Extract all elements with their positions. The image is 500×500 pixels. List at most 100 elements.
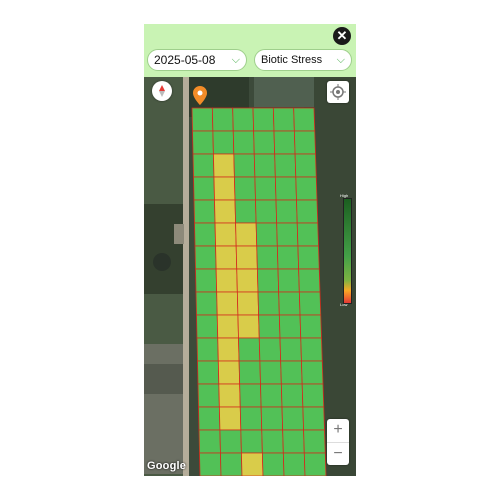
healthy-cell[interactable]: [298, 268, 321, 293]
stress-cell[interactable]: [235, 222, 258, 247]
healthy-cell[interactable]: [273, 130, 296, 155]
healthy-cell[interactable]: [195, 268, 218, 293]
healthy-cell[interactable]: [298, 291, 322, 316]
healthy-cell[interactable]: [239, 383, 262, 408]
healthy-cell[interactable]: [300, 337, 323, 362]
stress-cell[interactable]: [235, 245, 258, 270]
healthy-cell[interactable]: [192, 153, 215, 178]
healthy-cell[interactable]: [277, 268, 300, 293]
healthy-cell[interactable]: [233, 153, 256, 178]
stress-cell[interactable]: [236, 268, 259, 293]
healthy-cell[interactable]: [296, 199, 319, 224]
stress-cell[interactable]: [214, 222, 237, 247]
healthy-cell[interactable]: [193, 199, 216, 224]
stress-cell[interactable]: [217, 360, 241, 385]
healthy-cell[interactable]: [238, 360, 261, 385]
healthy-cell[interactable]: [279, 337, 302, 362]
healthy-cell[interactable]: [196, 337, 219, 362]
date-select[interactable]: 2025-05-08 ⌵: [147, 49, 247, 71]
stress-cell[interactable]: [213, 176, 236, 201]
healthy-cell[interactable]: [301, 360, 324, 385]
healthy-cell[interactable]: [302, 406, 325, 431]
healthy-cell[interactable]: [234, 199, 257, 224]
healthy-cell[interactable]: [196, 314, 219, 339]
healthy-cell[interactable]: [282, 429, 305, 454]
healthy-cell[interactable]: [261, 452, 285, 476]
healthy-cell[interactable]: [252, 107, 275, 132]
healthy-cell[interactable]: [197, 360, 220, 385]
healthy-cell[interactable]: [240, 429, 263, 454]
stress-cell[interactable]: [241, 452, 264, 476]
healthy-cell[interactable]: [256, 268, 280, 293]
healthy-cell[interactable]: [278, 291, 301, 316]
healthy-cell[interactable]: [294, 153, 317, 178]
healthy-cell[interactable]: [260, 406, 284, 431]
healthy-cell[interactable]: [255, 222, 278, 247]
healthy-cell[interactable]: [255, 199, 278, 224]
healthy-cell[interactable]: [194, 245, 217, 270]
healthy-cell[interactable]: [232, 107, 255, 132]
compass-icon[interactable]: [152, 81, 172, 101]
healthy-cell[interactable]: [278, 314, 302, 339]
healthy-cell[interactable]: [280, 383, 304, 408]
stress-cell[interactable]: [214, 199, 236, 224]
layer-select[interactable]: Biotic Stress ⌵: [254, 49, 352, 71]
stress-cell[interactable]: [216, 291, 239, 316]
healthy-cell[interactable]: [293, 107, 316, 132]
healthy-cell[interactable]: [276, 222, 299, 247]
close-button[interactable]: ✕: [333, 27, 351, 45]
healthy-cell[interactable]: [253, 130, 276, 155]
healthy-cell[interactable]: [303, 429, 326, 454]
healthy-cell[interactable]: [295, 176, 318, 201]
healthy-cell[interactable]: [261, 429, 284, 454]
healthy-cell[interactable]: [296, 222, 319, 247]
zoom-out-button[interactable]: −: [327, 443, 349, 466]
healthy-cell[interactable]: [191, 107, 214, 132]
stress-cell[interactable]: [218, 383, 241, 408]
healthy-cell[interactable]: [211, 107, 234, 132]
healthy-cell[interactable]: [258, 337, 282, 362]
stress-cell[interactable]: [216, 314, 239, 339]
stress-cell[interactable]: [215, 268, 238, 293]
healthy-cell[interactable]: [256, 245, 279, 270]
healthy-cell[interactable]: [260, 383, 283, 408]
healthy-cell[interactable]: [212, 130, 235, 155]
healthy-cell[interactable]: [301, 383, 325, 408]
stress-cell[interactable]: [218, 406, 242, 431]
healthy-cell[interactable]: [220, 452, 243, 476]
healthy-cell[interactable]: [232, 130, 255, 155]
healthy-cell[interactable]: [198, 429, 221, 454]
healthy-cell[interactable]: [272, 107, 295, 132]
healthy-cell[interactable]: [274, 176, 297, 201]
healthy-cell[interactable]: [275, 199, 298, 224]
healthy-cell[interactable]: [219, 429, 242, 454]
stress-cell[interactable]: [213, 153, 235, 178]
healthy-cell[interactable]: [195, 291, 218, 316]
healthy-cell[interactable]: [197, 383, 220, 408]
healthy-cell[interactable]: [257, 291, 280, 316]
healthy-cell[interactable]: [198, 406, 221, 431]
stress-cell[interactable]: [217, 337, 240, 362]
healthy-cell[interactable]: [193, 176, 215, 201]
healthy-cell[interactable]: [238, 337, 261, 362]
satellite-map[interactable]: [144, 77, 356, 476]
healthy-cell[interactable]: [234, 176, 256, 201]
healthy-cell[interactable]: [274, 153, 297, 178]
locate-icon[interactable]: [327, 81, 349, 103]
stress-cell[interactable]: [236, 291, 260, 316]
healthy-cell[interactable]: [239, 406, 263, 431]
healthy-cell[interactable]: [281, 406, 304, 431]
stress-cell[interactable]: [215, 245, 238, 270]
healthy-cell[interactable]: [259, 360, 282, 385]
healthy-cell[interactable]: [258, 314, 281, 339]
stress-cell[interactable]: [237, 314, 260, 339]
healthy-cell[interactable]: [282, 452, 306, 476]
healthy-cell[interactable]: [194, 222, 216, 247]
healthy-cell[interactable]: [253, 153, 276, 178]
zoom-in-button[interactable]: +: [327, 419, 349, 442]
healthy-cell[interactable]: [299, 314, 322, 339]
healthy-cell[interactable]: [192, 130, 214, 155]
healthy-cell[interactable]: [199, 452, 222, 476]
healthy-cell[interactable]: [293, 130, 316, 155]
healthy-cell[interactable]: [254, 176, 277, 201]
